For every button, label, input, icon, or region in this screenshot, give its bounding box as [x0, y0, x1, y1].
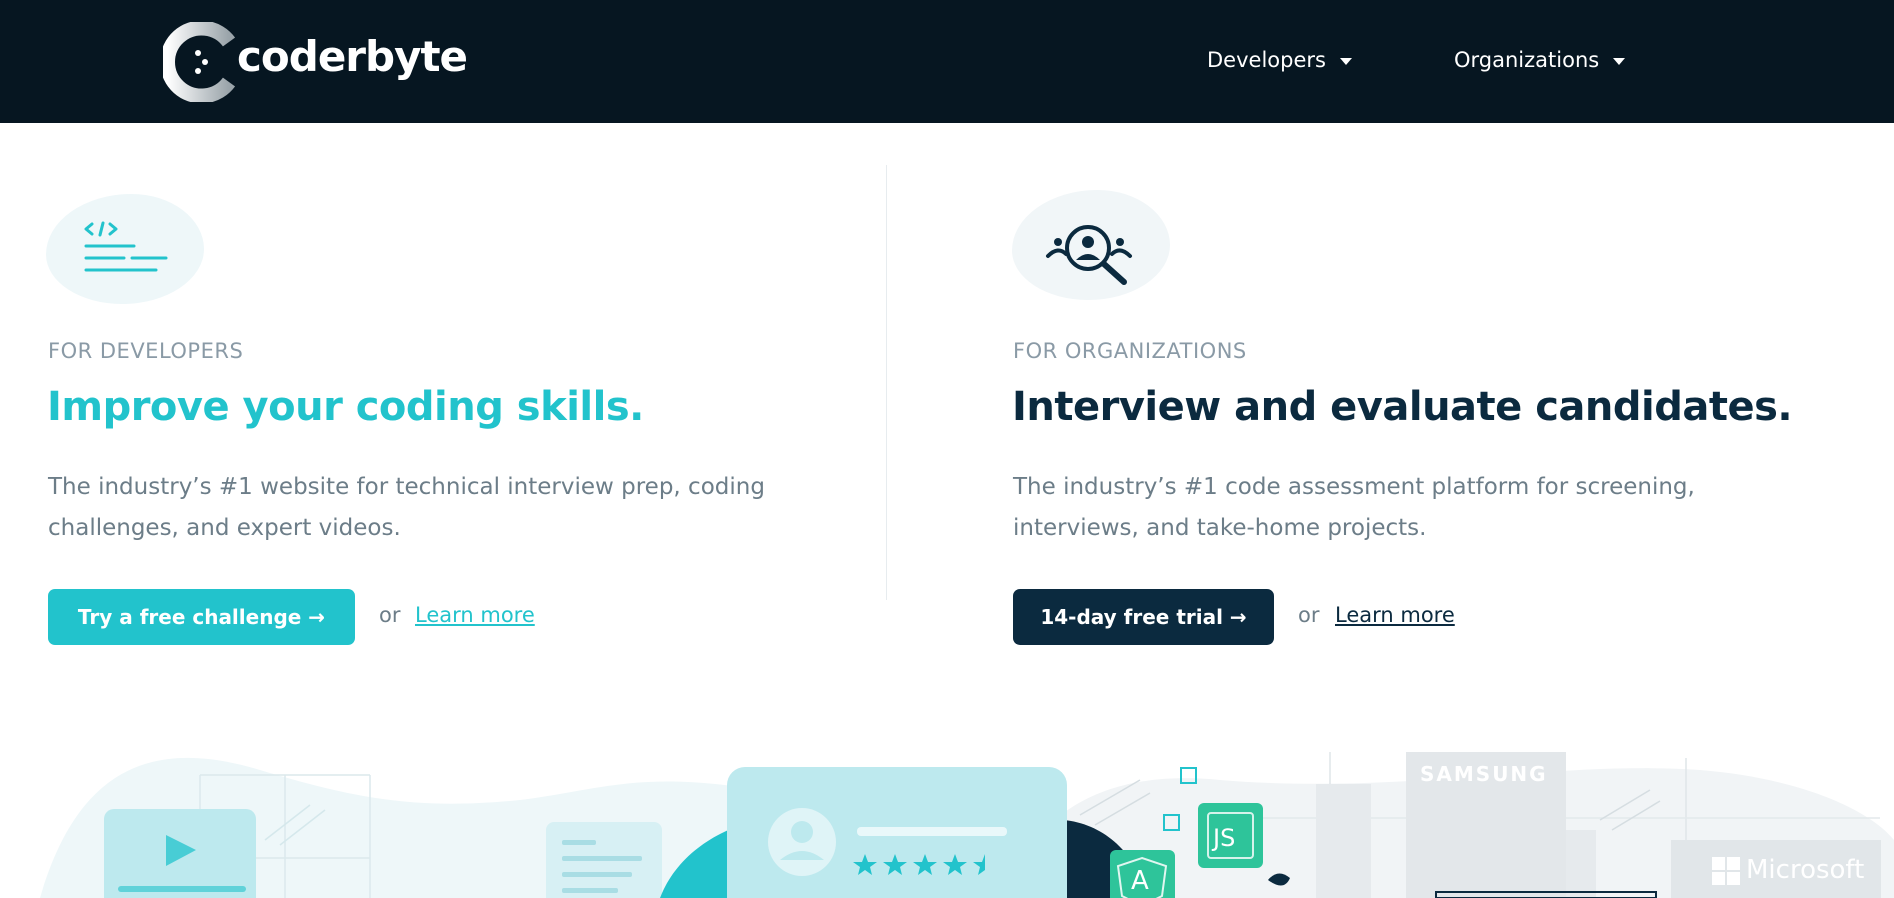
logo-wordmark: coderbyte	[237, 32, 468, 81]
organizations-headline: Interview and evaluate candidates.	[1012, 384, 1793, 430]
or-text: or	[379, 603, 401, 627]
nav-developers-label: Developers	[1207, 48, 1326, 72]
organizations-description: The industry’s #1 code assessment platfo…	[1013, 467, 1813, 549]
developers-description-line: The industry’s #1 website for technical …	[48, 474, 765, 500]
column-divider	[886, 165, 887, 600]
developers-description-line: challenges, and expert videos.	[48, 515, 401, 541]
try-free-challenge-button[interactable]: Try a free challenge →	[48, 589, 355, 645]
js-badge-label: JS	[1213, 824, 1236, 852]
free-trial-button[interactable]: 14-day free trial →	[1013, 589, 1274, 645]
nav-organizations-menu[interactable]: Organizations	[1454, 48, 1626, 72]
top-navbar: coderbyte Developers Organizations	[0, 0, 1894, 123]
developers-learn-more-link[interactable]: Learn more	[415, 603, 535, 627]
developers-headline: Improve your coding skills.	[47, 384, 644, 430]
candidate-search-icon	[1046, 225, 1132, 285]
organizations-description-line: The industry’s #1 code assessment platfo…	[1013, 474, 1695, 500]
coderbyte-logo[interactable]: coderbyte	[163, 22, 468, 102]
developers-description: The industry’s #1 website for technical …	[48, 467, 848, 549]
chevron-down-icon	[1339, 57, 1352, 65]
hero-illustration: JS A SAMSUNG Microsoft	[0, 738, 1894, 898]
organizations-eyebrow: FOR ORGANIZATIONS	[1013, 339, 1247, 363]
or-text: or	[1298, 603, 1320, 627]
coderbyte-logo-mark	[163, 22, 235, 102]
chevron-down-icon	[1613, 57, 1626, 65]
samsung-logo: SAMSUNG	[1420, 762, 1548, 786]
angular-badge-label: A	[1131, 866, 1149, 896]
microsoft-logo: Microsoft	[1746, 855, 1865, 885]
nav-developers-menu[interactable]: Developers	[1207, 48, 1352, 72]
nav-organizations-label: Organizations	[1454, 48, 1600, 72]
code-document-icon	[84, 221, 168, 272]
developers-eyebrow: FOR DEVELOPERS	[48, 339, 244, 363]
illustration-artwork	[40, 752, 1894, 898]
organizations-learn-more-link[interactable]: Learn more	[1335, 603, 1455, 627]
organizations-description-line: interviews, and take-home projects.	[1013, 515, 1427, 541]
